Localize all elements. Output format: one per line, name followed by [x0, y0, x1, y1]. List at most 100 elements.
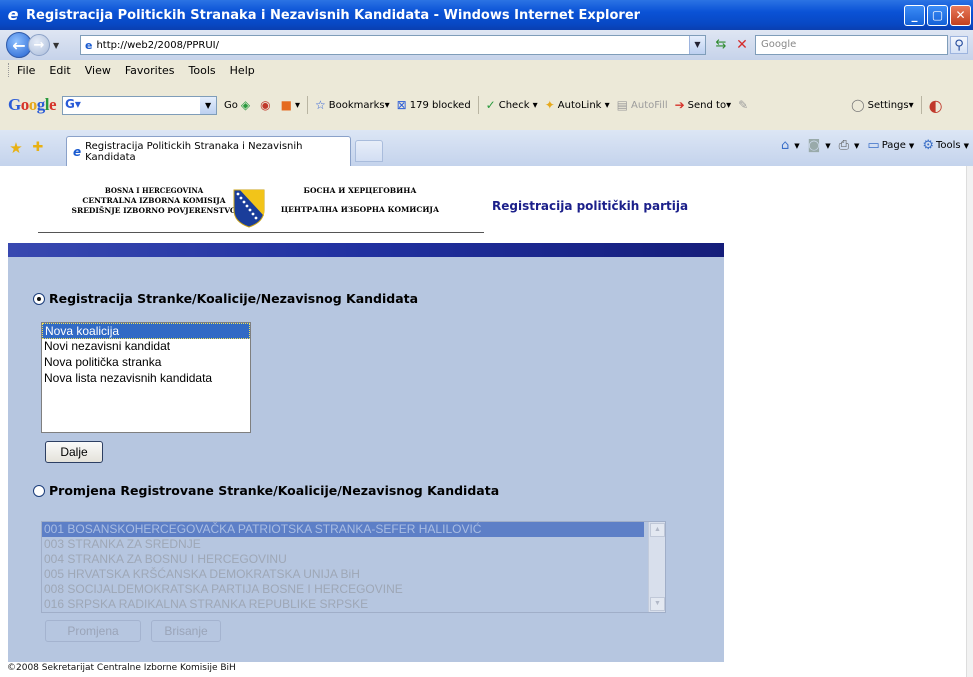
minimize-button[interactable]: _: [904, 4, 925, 26]
window-title: Registracija Politickih Stranaka i Nezav…: [26, 7, 641, 23]
menu-view[interactable]: View: [85, 64, 111, 77]
page-footer: ©2008 Sekretarijat Centralne Izborne Kom…: [7, 663, 236, 673]
address-bar-row: ← → ▼ e http://web2/2008/PPRUI/ ▼ ⇆ ✕ Go…: [0, 30, 973, 60]
list-item[interactable]: 003 STRANKA ZA SREDNJE: [42, 537, 644, 552]
google-search-input[interactable]: G▾ ▼: [62, 95, 218, 115]
autofill-button[interactable]: ▤ AutoFill: [617, 98, 668, 112]
menu-edit[interactable]: Edit: [49, 64, 70, 77]
scroll-up-icon[interactable]: ▲: [650, 523, 665, 537]
pen-icon[interactable]: ✎: [738, 98, 751, 112]
list-item[interactable]: Nova lista nezavisnih kandidata: [42, 371, 250, 387]
header-band: [8, 243, 724, 257]
stop-icon[interactable]: ✕: [733, 36, 751, 54]
search-input[interactable]: Google: [755, 35, 948, 55]
toolbar-separator: [477, 96, 479, 114]
page-icon: ▭: [867, 138, 880, 153]
tab-label: Registracija Politickih Stranaka i Nezav…: [85, 140, 303, 163]
spellcheck-icon: ✓: [485, 98, 496, 112]
window-title-bar: e Registracija Politickih Stranaka i Nez…: [0, 0, 973, 30]
cec-name-latin: BOSNA I HERCEGOVINA CENTRALNA IZBORNA KO…: [71, 186, 237, 215]
print-button[interactable]: ⎙ ▼: [839, 138, 860, 153]
list-item[interactable]: 001 BOSANSKOHERCEGOVAČKA PATRIOTSKA STRA…: [42, 522, 644, 537]
list-item[interactable]: 005 HRVATSKA KRŠĆANSKA DEMOKRATSKA UNIJA…: [42, 567, 644, 582]
add-favorites-icon[interactable]: ✚: [28, 138, 48, 158]
ie-logo-icon: e: [7, 5, 19, 24]
tools-menu-button[interactable]: ⚙ Tools ▼: [922, 138, 969, 153]
forward-button[interactable]: →: [28, 34, 50, 56]
toolbar-separator: [920, 96, 922, 114]
address-input[interactable]: e http://web2/2008/PPRUI/ ▼: [80, 35, 706, 55]
tab-active[interactable]: e Registracija Politickih Stranaka i Nez…: [66, 136, 351, 166]
pagerank-icon[interactable]: ◉: [260, 98, 273, 112]
home-button[interactable]: ⌂ ▼: [781, 138, 800, 153]
command-bar: ⌂ ▼ ◙ ▼ ⎙ ▼ ▭ Page ▼ ⚙ Tools ▼: [773, 138, 969, 153]
section-register-heading: Registracija Stranke/Koalicije/Nezavisno…: [49, 291, 419, 306]
google-search-dropdown-icon[interactable]: ▼: [200, 96, 217, 114]
menu-bar: File Edit View Favorites Tools Help: [0, 60, 973, 80]
page-menu-button[interactable]: ▭ Page ▼: [867, 138, 914, 153]
feeds-icon: ◙: [807, 138, 821, 153]
new-entity-listbox[interactable]: Nova koalicija Novi nezavisni kandidat N…: [41, 322, 251, 433]
maximize-button[interactable]: ▢: [927, 4, 948, 26]
autolink-button[interactable]: ✦ AutoLink ▾: [545, 98, 610, 112]
autolink-icon: ✦: [544, 98, 555, 112]
tab-row: ★ ✚ e Registracija Politickih Stranaka i…: [0, 130, 973, 166]
google-g-icon: G▾: [65, 96, 81, 111]
page-title: Registracija političkih partija: [492, 199, 689, 213]
spellcheck-button[interactable]: ✓ Check ▾: [486, 98, 538, 112]
new-tab-button[interactable]: [355, 140, 383, 162]
page-header: BOSNA I HERCEGOVINA CENTRALNA IZBORNA KO…: [8, 166, 724, 251]
menu-file[interactable]: File: [17, 64, 35, 77]
google-go-button[interactable]: Go ◈: [224, 98, 253, 112]
feeds-button[interactable]: ◙ ▼: [808, 138, 831, 153]
section-register[interactable]: Registracija Stranke/Koalicije/Nezavisno…: [33, 291, 418, 306]
star-icon: ☆: [314, 98, 326, 112]
next-button[interactable]: Dalje: [45, 441, 103, 463]
list-item[interactable]: Nova koalicija: [42, 323, 250, 339]
address-dropdown-icon[interactable]: ▼: [689, 36, 705, 54]
menu-tools[interactable]: Tools: [189, 64, 216, 77]
popup-blocker-button[interactable]: ⊠ 179 blocked: [397, 98, 471, 112]
autofill-icon: ▤: [616, 98, 629, 112]
section-change[interactable]: Promjena Registrovane Stranke/Koalicije/…: [33, 483, 499, 498]
settings-button[interactable]: ◯ Settings ▾: [851, 98, 913, 112]
radio-register[interactable]: [33, 292, 45, 305]
favorites-star-icon[interactable]: ★: [6, 138, 26, 158]
cec-name-cyrillic: БОСНА И ХЕРЦЕГОВИНА ЦЕНТРАЛНА ИЗБОРНА КО…: [280, 186, 440, 214]
bookmarks-button[interactable]: ☆ Bookmarks ▾: [315, 98, 390, 112]
popup-blocked-icon: ⊠: [396, 98, 407, 112]
section-change-heading: Promjena Registrovane Stranke/Koalicije/…: [49, 483, 500, 498]
search-icon[interactable]: ⚲: [950, 36, 968, 54]
sendto-button[interactable]: ➔ Send to ▾: [675, 98, 732, 112]
google-toolbar: Google G▾ ▼ Go ◈ ◉ ■ ▾ ☆ Bookmarks ▾ ⊠ 179 bl…: [0, 80, 973, 130]
list-item[interactable]: 004 STRANKA ZA BOSNU I HERCEGOVINU: [42, 552, 644, 567]
list-item[interactable]: Novi nezavisni kandidat: [42, 339, 250, 355]
menu-favorites[interactable]: Favorites: [125, 64, 175, 77]
change-button[interactable]: Promjena: [45, 620, 141, 642]
delete-button[interactable]: Brisanje: [151, 620, 221, 642]
highlight-icon[interactable]: ■ ▾: [281, 98, 300, 112]
settings-icon: ◯: [851, 98, 865, 112]
listbox-scrollbar[interactable]: ▲ ▼: [648, 522, 665, 612]
page-scrollbar[interactable]: [966, 166, 973, 677]
refresh-icon[interactable]: ⇆: [712, 36, 730, 54]
close-button[interactable]: ✕: [950, 4, 971, 26]
print-icon: ⎙: [838, 138, 850, 153]
toolbar-separator: [306, 96, 308, 114]
menu-help[interactable]: Help: [230, 64, 255, 77]
home-icon: ⌂: [780, 138, 790, 153]
scroll-down-icon[interactable]: ▼: [650, 597, 665, 611]
list-item[interactable]: 008 SOCIJALDEMOKRATSKA PARTIJA BOSNE I H…: [42, 582, 644, 597]
list-item[interactable]: Nova politička stranka: [42, 355, 250, 371]
page-icon: e: [85, 38, 93, 52]
radio-change[interactable]: [33, 484, 45, 497]
pdf-icon[interactable]: ◐: [929, 96, 946, 115]
history-dropdown-icon[interactable]: ▼: [53, 41, 65, 50]
bih-coat-of-arms-icon: [233, 189, 265, 228]
page-content: BOSNA I HERCEGOVINA CENTRALNA IZBORNA KO…: [0, 166, 966, 677]
list-item[interactable]: 016 SRPSKA RADIKALNA STRANKA REPUBLIKE S…: [42, 597, 644, 612]
sendto-icon: ➔: [674, 98, 685, 112]
toolbar-grip: [8, 63, 11, 77]
google-logo[interactable]: Google: [8, 95, 57, 115]
registered-entity-listbox[interactable]: 001 BOSANSKOHERCEGOVAČKA PATRIOTSKA STRA…: [41, 521, 666, 613]
